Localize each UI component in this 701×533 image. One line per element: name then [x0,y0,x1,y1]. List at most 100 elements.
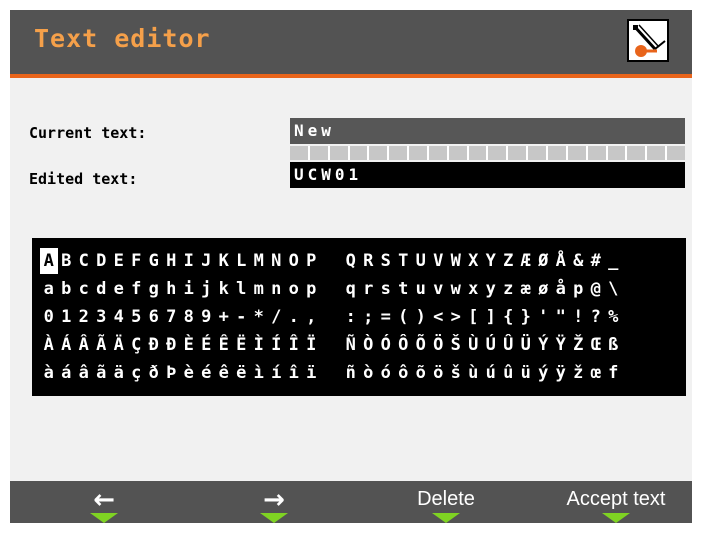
char-key[interactable]: : [342,304,360,330]
char-key[interactable]: / [268,304,286,330]
softkey-left[interactable]: ← [24,481,184,523]
char-key[interactable]: D [93,248,111,274]
char-key[interactable]: u [412,276,430,302]
char-key[interactable]: N [268,248,286,274]
char-key[interactable]: ò [360,360,378,386]
char-key[interactable]: ; [360,304,378,330]
char-key[interactable]: 9 [198,304,216,330]
char-key[interactable]: ç [128,360,146,386]
char-key[interactable]: . [285,304,303,330]
char-key[interactable]: V [430,248,448,274]
char-key[interactable]: ( [395,304,413,330]
char-key[interactable]: n [268,276,286,302]
char-key[interactable]: p [303,276,321,302]
char-key[interactable]: p [570,276,588,302]
char-key[interactable]: w [447,276,465,302]
char-key[interactable]: ß [605,332,623,358]
char-key[interactable]: Ú [482,332,500,358]
char-key[interactable]: Œ [587,332,605,358]
char-key[interactable]: & [570,248,588,274]
char-key[interactable]: õ [412,360,430,386]
char-key[interactable]: À [40,332,58,358]
char-key[interactable]: f [605,360,623,386]
char-key[interactable]: U [412,248,430,274]
char-key[interactable]: a [40,276,58,302]
char-key[interactable]: J [198,248,216,274]
char-key[interactable]: ] [482,304,500,330]
char-key[interactable]: Y [482,248,500,274]
char-key[interactable]: t [395,276,413,302]
char-key[interactable]: - [233,304,251,330]
char-key[interactable]: T [395,248,413,274]
char-key[interactable]: í [268,360,286,386]
char-key[interactable]: Ê [215,332,233,358]
char-key[interactable]: Ç [128,332,146,358]
char-key[interactable]: è [180,360,198,386]
char-key[interactable]: + [215,304,233,330]
char-key[interactable]: ó [377,360,395,386]
char-key[interactable]: Î [285,332,303,358]
char-key[interactable]: Z [500,248,518,274]
char-key[interactable]: š [447,360,465,386]
char-key[interactable]: 8 [180,304,198,330]
char-key[interactable]: c [75,276,93,302]
char-key[interactable]: ý [535,360,553,386]
char-key[interactable]: , [303,304,321,330]
char-key[interactable]: Ã [93,332,111,358]
char-key[interactable]: X [465,248,483,274]
char-key[interactable]: q [342,276,360,302]
char-key[interactable]: _ [605,248,623,274]
char-key[interactable]: o [285,276,303,302]
char-key[interactable]: Ü [517,332,535,358]
char-key-selected[interactable]: A [40,248,58,274]
char-key[interactable]: R [360,248,378,274]
char-key[interactable]: œ [587,360,605,386]
char-key[interactable]: z [500,276,518,302]
char-key[interactable]: 4 [110,304,128,330]
char-key[interactable]: á [58,360,76,386]
char-key[interactable]: ì [250,360,268,386]
char-key[interactable]: y [482,276,500,302]
char-key[interactable]: Â [75,332,93,358]
char-key[interactable]: Ï [303,332,321,358]
char-key[interactable]: ! [570,304,588,330]
char-key[interactable]: Ö [430,332,448,358]
char-key[interactable]: r [360,276,378,302]
char-key[interactable]: 1 [58,304,76,330]
char-key[interactable]: É [198,332,216,358]
char-key[interactable]: Õ [412,332,430,358]
char-key[interactable]: e [110,276,128,302]
char-key[interactable]: ö [430,360,448,386]
char-key[interactable]: æ [517,276,535,302]
char-key[interactable]: { [500,304,518,330]
char-key[interactable]: ø [535,276,553,302]
char-key[interactable]: g [145,276,163,302]
char-key[interactable]: Ý [535,332,553,358]
char-key[interactable]: O [285,248,303,274]
char-key[interactable]: û [500,360,518,386]
char-key[interactable]: Æ [517,248,535,274]
char-key[interactable]: ë [233,360,251,386]
char-key[interactable]: ã [93,360,111,386]
char-key[interactable]: M [250,248,268,274]
char-key[interactable]: k [215,276,233,302]
char-key[interactable]: W [447,248,465,274]
char-key[interactable]: j [198,276,216,302]
char-key[interactable]: Ð [163,332,181,358]
char-key[interactable]: î [285,360,303,386]
char-key[interactable]: Á [58,332,76,358]
delete-button[interactable]: Delete [366,481,526,523]
char-key[interactable]: Ó [377,332,395,358]
char-key[interactable]: Ô [395,332,413,358]
char-key[interactable]: Ð [145,332,163,358]
char-key[interactable]: ü [517,360,535,386]
char-key[interactable]: # [587,248,605,274]
char-key[interactable]: ï [303,360,321,386]
char-key[interactable]: f [128,276,146,302]
char-key[interactable]: ô [395,360,413,386]
char-key[interactable]: à [40,360,58,386]
char-key[interactable]: B [58,248,76,274]
char-key[interactable]: 0 [40,304,58,330]
char-key[interactable]: ÿ [552,360,570,386]
char-key[interactable]: 5 [128,304,146,330]
